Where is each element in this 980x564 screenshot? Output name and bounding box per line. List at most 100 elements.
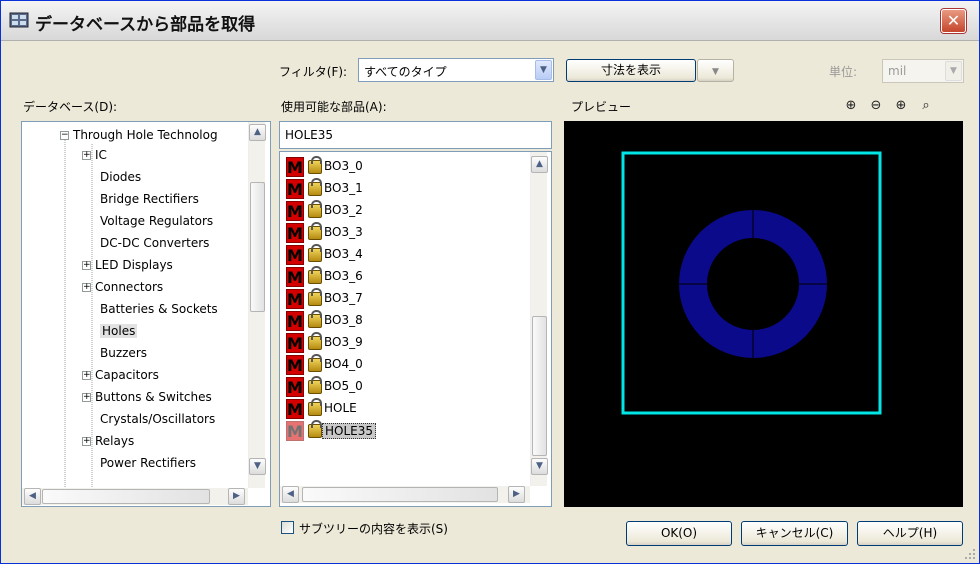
- tree-root[interactable]: − Through Hole Technolog: [60, 125, 218, 145]
- chevron-up-icon[interactable]: ▲: [531, 156, 548, 173]
- unit-select[interactable]: mil ▼: [882, 59, 964, 83]
- zoom-area-icon[interactable]: ⌕: [917, 98, 935, 116]
- collapse-icon[interactable]: −: [60, 131, 69, 140]
- tree-item[interactable]: + Connectors: [82, 277, 163, 297]
- database-tree[interactable]: − Through Hole Technolog + IC Diodes Bridge …: [21, 121, 271, 507]
- part-name: BO4_0: [324, 357, 363, 371]
- tree-item[interactable]: Crystals/Oscillators: [100, 409, 215, 429]
- parts-vertical-scrollbar[interactable]: ▲ ▼: [530, 152, 548, 486]
- tree-item-label: Power Rectifiers: [100, 456, 197, 470]
- tree-item-label: Connectors: [95, 280, 164, 294]
- part-name: BO3_2: [324, 203, 363, 217]
- tree-item-label: DC-DC Converters: [100, 236, 210, 250]
- zoom-in-icon[interactable]: ⊕: [842, 98, 860, 116]
- tree-item[interactable]: + LED Displays: [82, 255, 173, 275]
- model-icon: M: [286, 201, 304, 221]
- chevron-down-icon[interactable]: ▼: [535, 60, 552, 80]
- lock-icon: [308, 398, 322, 416]
- tree-item-label: Capacitors: [95, 368, 159, 382]
- tree-item[interactable]: + Relays: [82, 431, 134, 451]
- chevron-down-icon: ▼: [712, 67, 719, 77]
- tree-item-label: Buzzers: [100, 346, 148, 360]
- expand-icon[interactable]: +: [82, 151, 91, 160]
- tree-item[interactable]: Batteries & Sockets: [100, 299, 218, 319]
- tree-horizontal-scrollbar[interactable]: ◀ ▶: [22, 488, 248, 505]
- lock-icon: [308, 178, 322, 196]
- tree-item-label: Voltage Regulators: [100, 214, 214, 228]
- tree-item-label: Relays: [95, 434, 135, 448]
- chevron-right-icon[interactable]: ▶: [228, 488, 245, 505]
- database-icon: [9, 12, 29, 28]
- tree-item-label: IC: [95, 148, 107, 162]
- tree-item[interactable]: + Buttons & Switches: [82, 387, 212, 407]
- tree-root-label: Through Hole Technolog: [73, 128, 218, 142]
- model-icon: M: [286, 179, 304, 199]
- show-subtree-label[interactable]: サブツリーの内容を表示(S): [299, 520, 448, 537]
- tree-item[interactable]: Buzzers: [100, 343, 147, 363]
- tree-item[interactable]: DC-DC Converters: [100, 233, 209, 253]
- help-button[interactable]: ヘルプ(H): [857, 521, 963, 546]
- close-button[interactable]: ✕: [941, 9, 966, 33]
- tree-hscroll-thumb[interactable]: [42, 489, 210, 504]
- chevron-down-icon[interactable]: ▼: [945, 61, 962, 81]
- tree-item[interactable]: Bridge Rectifiers: [100, 189, 199, 209]
- tree-item[interactable]: Diodes: [100, 167, 141, 187]
- cancel-button-label: キャンセル(C): [755, 526, 834, 540]
- tree-item[interactable]: Power Rectifiers: [100, 453, 196, 473]
- parts-list[interactable]: M BO3_0 M BO3_1 M BO3_2 M BO3_3 M BO3_4 M BO3_6 M BO3…: [279, 151, 552, 507]
- tree-item[interactable]: Voltage Regulators: [100, 211, 213, 231]
- lock-icon: [308, 156, 322, 174]
- expand-icon[interactable]: +: [82, 393, 91, 402]
- resize-grip-icon[interactable]: [963, 547, 977, 561]
- show-subtree-checkbox[interactable]: [281, 521, 294, 534]
- preview-canvas[interactable]: [564, 121, 963, 507]
- chevron-down-icon[interactable]: ▼: [531, 458, 548, 475]
- model-icon: M: [286, 333, 304, 353]
- tree-item[interactable]: Holes: [100, 321, 138, 341]
- tree-vertical-scrollbar[interactable]: ▲ ▼: [248, 122, 266, 488]
- lock-icon: [308, 222, 322, 240]
- tree-item-label: LED Displays: [95, 258, 173, 272]
- show-dimensions-button[interactable]: 寸法を表示: [566, 59, 696, 82]
- footprint-preview: [621, 151, 882, 415]
- tree-item-label: Buttons & Switches: [95, 390, 212, 404]
- chevron-right-icon[interactable]: ▶: [508, 486, 525, 503]
- show-dimensions-label: 寸法を表示: [600, 63, 661, 77]
- expand-icon[interactable]: +: [82, 437, 91, 446]
- expand-icon[interactable]: +: [82, 371, 91, 380]
- ok-button[interactable]: OK(O): [626, 521, 732, 546]
- filter-value: すべてのタイプ: [364, 65, 447, 79]
- tree-item[interactable]: + Capacitors: [82, 365, 159, 385]
- parts-search-input[interactable]: HOLE35: [279, 121, 552, 149]
- chevron-left-icon[interactable]: ◀: [282, 486, 299, 503]
- zoom-out-icon[interactable]: ⊖: [867, 98, 885, 116]
- part-name: BO3_6: [324, 269, 363, 283]
- part-name: HOLE: [324, 401, 357, 415]
- chevron-down-icon[interactable]: ▼: [249, 458, 266, 475]
- expand-icon[interactable]: +: [82, 283, 91, 292]
- title-bar[interactable]: データベースから部品を取得 ✕: [1, 1, 979, 41]
- dimensions-dropdown-button[interactable]: ▼: [697, 59, 734, 82]
- zoom-fit-icon[interactable]: ⊕: [892, 98, 910, 116]
- part-name: BO3_0: [324, 159, 363, 173]
- tree-scroll-thumb[interactable]: [250, 182, 265, 312]
- parts-hscroll-thumb[interactable]: [302, 487, 498, 502]
- help-button-label: ヘルプ(H): [882, 526, 938, 540]
- unit-label: 単位:: [829, 65, 858, 79]
- ok-button-label: OK(O): [660, 526, 698, 540]
- cancel-button[interactable]: キャンセル(C): [741, 521, 848, 546]
- filter-select[interactable]: すべてのタイプ ▼: [358, 58, 554, 82]
- lock-icon: [308, 332, 322, 350]
- tree-item[interactable]: + IC: [82, 145, 107, 165]
- chevron-up-icon[interactable]: ▲: [249, 124, 266, 141]
- parts-scroll-thumb[interactable]: [532, 316, 547, 456]
- part-name: BO3_9: [324, 335, 363, 349]
- lock-icon: [308, 354, 322, 372]
- expand-icon[interactable]: +: [82, 261, 91, 270]
- parts-horizontal-scrollbar[interactable]: ◀ ▶: [280, 486, 530, 503]
- part-name: BO3_3: [324, 225, 363, 239]
- lock-icon: [308, 200, 322, 218]
- chevron-left-icon[interactable]: ◀: [24, 488, 41, 505]
- model-icon: M: [286, 377, 304, 397]
- database-label: データベース(D):: [23, 100, 118, 114]
